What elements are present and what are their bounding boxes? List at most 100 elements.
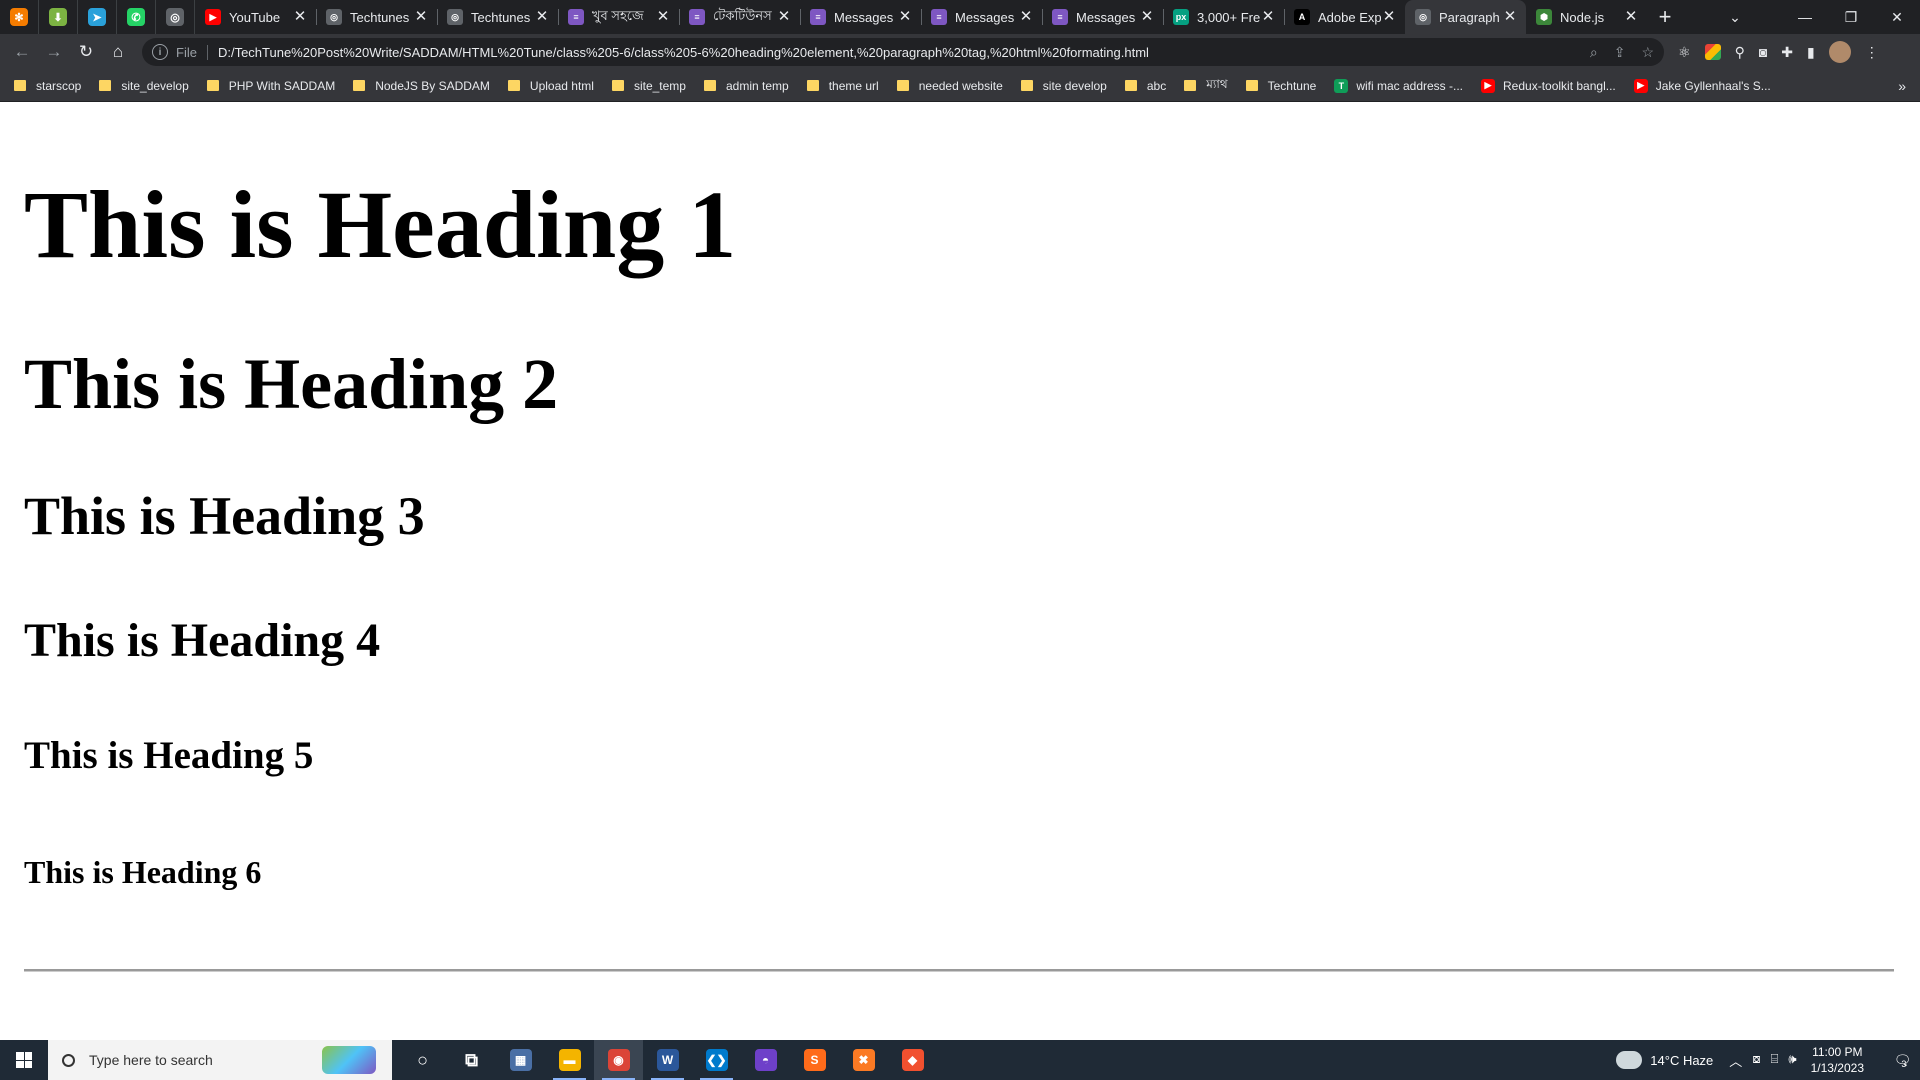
tab[interactable]: ≡ Messages ✕ (1042, 0, 1163, 34)
taskbar-app[interactable]: ◉ (594, 1040, 643, 1080)
tab-active[interactable]: ◎ Paragraph ✕ (1405, 0, 1526, 34)
tab-close-icon[interactable]: ✕ (1139, 9, 1155, 25)
tab-search-chevron-icon[interactable]: ⌄ (1712, 2, 1758, 32)
taskbar-app[interactable]: ◓ (741, 1040, 790, 1080)
tab-title: টেকটিউনস (713, 7, 772, 23)
bookmark-link[interactable]: ▶ Jake Gyllenhaal's S... (1633, 78, 1771, 93)
bookmark-favicon-icon: ▶ (1481, 78, 1496, 93)
new-tab-button[interactable]: + (1647, 0, 1683, 34)
volume-icon[interactable]: 🕪 (1788, 1051, 1796, 1070)
minimize-button[interactable]: — (1782, 2, 1828, 32)
pinned-tab[interactable]: ✻ (0, 0, 39, 34)
clock[interactable]: 11:00 PM 1/13/2023 (1811, 1044, 1864, 1076)
tab[interactable]: ≡ Messages ✕ (921, 0, 1042, 34)
more-bookmarks-icon[interactable]: » (1898, 78, 1906, 94)
tab-close-icon[interactable]: ✕ (897, 9, 913, 25)
home-button[interactable]: ⌂ (102, 36, 134, 68)
tab-close-icon[interactable]: ✕ (1381, 9, 1397, 25)
bookmark-folder[interactable]: ম্যাথ (1184, 76, 1228, 96)
tab-close-icon[interactable]: ✕ (655, 9, 671, 25)
pinned-tab[interactable]: ➤ (78, 0, 117, 34)
tab-close-icon[interactable]: ✕ (413, 9, 429, 25)
bookmark-folder[interactable]: site_temp (611, 79, 686, 93)
start-button[interactable] (0, 1040, 48, 1080)
screenshot-extension-icon[interactable]: ◙ (1759, 44, 1767, 60)
bookmark-folder[interactable]: PHP With SADDAM (206, 78, 336, 93)
taskbar-search-box[interactable]: Type here to search (48, 1040, 392, 1080)
back-button[interactable]: ← (6, 36, 38, 68)
side-panel-icon[interactable]: ▮ (1807, 44, 1815, 61)
tab[interactable]: px 3,000+ Free✕ (1163, 0, 1284, 34)
taskbar-app[interactable]: ▦ (496, 1040, 545, 1080)
tab[interactable]: ▶ YouTube ✕ (195, 0, 316, 34)
tab[interactable]: ◎ Techtunes ✕ (437, 0, 558, 34)
site-info-icon[interactable]: i (152, 44, 168, 60)
bookmark-folder[interactable]: Upload html (507, 79, 594, 93)
network-icon[interactable]: ⌸ (1771, 1051, 1779, 1070)
pinned-tab[interactable]: ✆ (117, 0, 156, 34)
tab-close-icon[interactable]: ✕ (1502, 9, 1518, 25)
share-icon[interactable]: ⇪ (1614, 44, 1626, 61)
bookmark-folder[interactable]: abc (1124, 79, 1166, 93)
tab-close-icon[interactable]: ✕ (776, 9, 792, 25)
reload-button[interactable]: ↻ (70, 36, 102, 68)
meet-now-icon[interactable]: ⧇ (1752, 1051, 1760, 1070)
bookmark-folder[interactable]: admin temp (703, 78, 789, 93)
tab-close-icon[interactable]: ✕ (1018, 9, 1034, 25)
bookmark-folder[interactable]: site_develop (99, 79, 189, 93)
bookmark-star-icon[interactable]: ☆ (1641, 44, 1654, 61)
bookmark-folder[interactable]: theme url (806, 79, 879, 93)
window-close-button[interactable]: ✕ (1874, 2, 1920, 32)
tab[interactable]: ≡ খুব সহজে ✕ (558, 0, 679, 34)
taskbar-app[interactable]: ▬ (545, 1040, 594, 1080)
tab[interactable]: ≡ Messages ✕ (800, 0, 921, 34)
tab-close-icon[interactable]: ✕ (1623, 9, 1639, 25)
pinned-tab[interactable]: ◎ (156, 0, 195, 34)
bookmark-link[interactable]: Twifi mac address -... (1334, 78, 1463, 93)
tab-close-icon[interactable]: ✕ (292, 9, 308, 25)
forward-button[interactable]: → (38, 36, 70, 68)
show-hidden-icons-chevron-icon[interactable]: ︿ (1729, 1051, 1742, 1070)
bookmark-folder[interactable]: site develop (1020, 79, 1107, 93)
bookmark-folder[interactable]: needed website (896, 79, 1003, 93)
extensions-puzzle-icon[interactable]: ✚ (1781, 44, 1793, 61)
taskbar-app[interactable]: ○ (398, 1040, 447, 1080)
tab-title: খুব সহজে (592, 7, 644, 23)
tab[interactable]: ≡ টেকটিউনস ✕ (679, 0, 800, 34)
tab[interactable]: ⬢ Node.js ✕ (1526, 0, 1647, 34)
bookmark-folder[interactable]: NodeJS By SADDAM (353, 79, 490, 93)
taskbar-app[interactable]: ✖ (839, 1040, 888, 1080)
color-picker-extension-icon[interactable] (1704, 44, 1721, 60)
menu-kebab-icon[interactable]: ⋮ (1865, 44, 1879, 61)
notification-center-button[interactable]: 🗨 3 (1880, 1040, 1920, 1080)
react-devtools-icon[interactable]: ⚛ (1678, 44, 1691, 61)
taskbar-app[interactable]: S (790, 1040, 839, 1080)
weather-widget[interactable]: 14°C Haze (1612, 1045, 1713, 1069)
address-bar[interactable]: i File D:/TechTune%20Post%20Write/SADDAM… (142, 38, 1664, 66)
tab[interactable]: ◎ Techtunes ✕ (316, 0, 437, 34)
bookmark-label: admin temp (725, 78, 789, 93)
extension-figure-icon[interactable]: ⚲ (1735, 44, 1745, 61)
folder-icon (1020, 80, 1033, 91)
zoom-icon[interactable]: ⌕ (1590, 44, 1598, 61)
taskbar-app[interactable]: ◆ (888, 1040, 937, 1080)
taskbar-app[interactable]: ⧉ (447, 1040, 496, 1080)
search-highlight-icon[interactable] (322, 1046, 376, 1074)
messenger-icon: ≡ (1052, 9, 1068, 25)
tab-close-icon[interactable]: ✕ (534, 9, 550, 25)
taskbar-app[interactable]: ❮❯ (692, 1040, 741, 1080)
tab[interactable]: A Adobe Express✕ (1284, 0, 1405, 34)
bookmark-folder[interactable]: Techtune (1245, 79, 1316, 93)
pinned-tabs: ✻ ⬇ ➤ ✆ ◎ (0, 0, 195, 34)
bookmark-label: PHP With SADDAM (228, 78, 336, 93)
profile-avatar[interactable] (1828, 41, 1851, 63)
tab-close-icon[interactable]: ✕ (1260, 9, 1276, 25)
bookmark-link[interactable]: ▶ Redux-toolkit bangl... (1481, 78, 1616, 93)
restore-button[interactable]: ❐ (1828, 2, 1874, 32)
bookmark-folder[interactable]: starscop (14, 79, 81, 93)
taskbar-app[interactable]: W (643, 1040, 692, 1080)
folder-icon (1124, 80, 1137, 91)
url-text[interactable]: D:/TechTune%20Post%20Write/SADDAM/HTML%2… (218, 45, 1590, 60)
pinned-tab[interactable]: ⬇ (39, 0, 78, 34)
telegram-icon: ➤ (88, 8, 106, 26)
